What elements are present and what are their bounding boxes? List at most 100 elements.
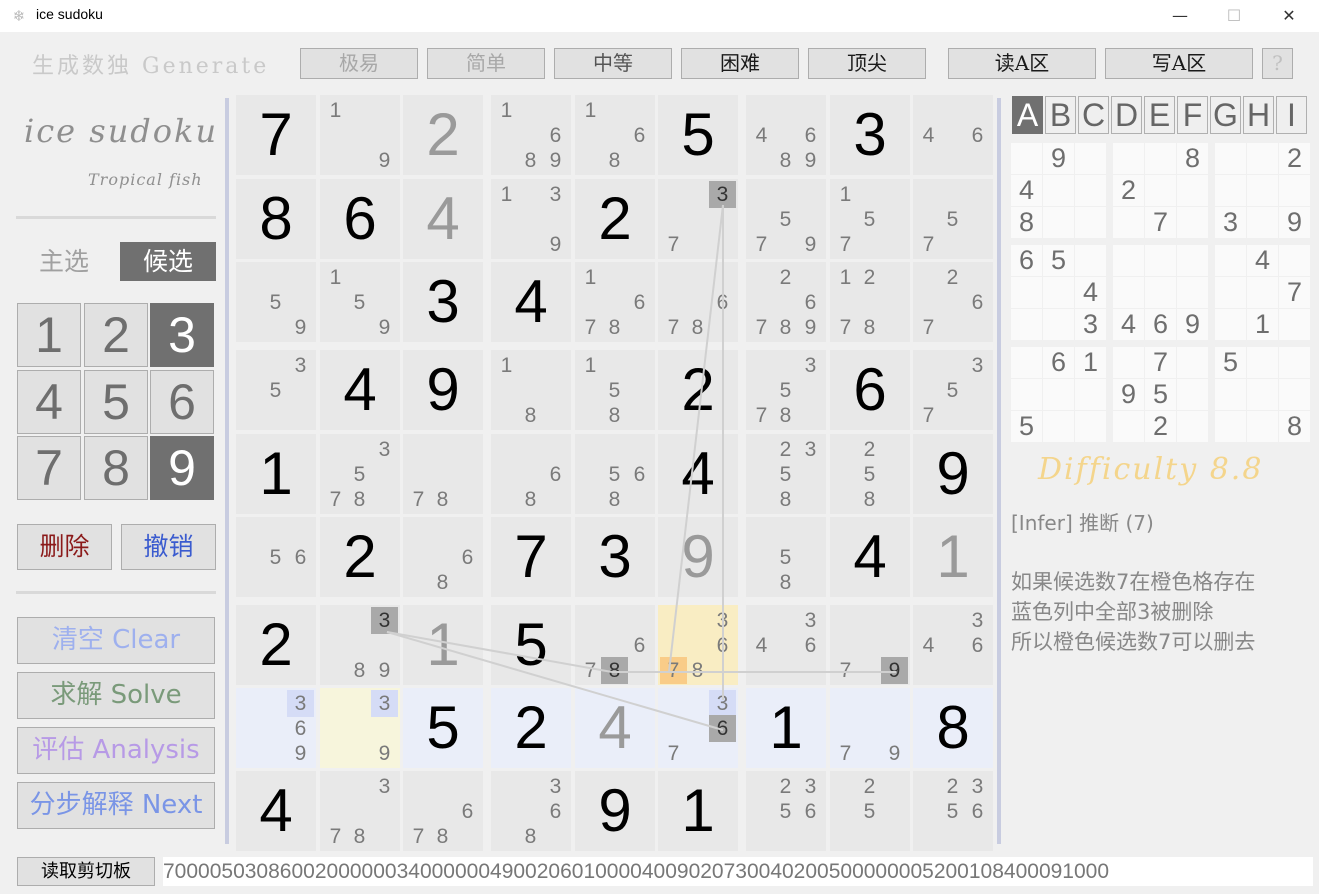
mini-grid-cell[interactable]	[1011, 143, 1042, 174]
mini-grid-cell[interactable]	[1177, 175, 1208, 206]
sudoku-cell[interactable]: 56	[236, 517, 316, 597]
sudoku-cell[interactable]: 58	[746, 517, 826, 597]
mini-grid-cell[interactable]	[1247, 175, 1278, 206]
mini-grid-cell[interactable]	[1011, 379, 1042, 410]
mini-grid-cell[interactable]: 3	[1075, 309, 1106, 340]
sudoku-cell[interactable]: 1689	[491, 95, 571, 175]
sudoku-cell[interactable]: 3 4 6	[746, 605, 826, 685]
mini-grid-cell[interactable]	[1113, 277, 1144, 308]
numpad-9-button[interactable]: 9	[150, 436, 214, 500]
sudoku-cell[interactable]: 258	[830, 434, 910, 514]
numpad-1-button[interactable]: 1	[17, 303, 81, 367]
mini-grid-cell[interactable]	[1215, 309, 1246, 340]
sudoku-cell[interactable]: 2	[658, 350, 738, 430]
analysis-button[interactable]: 评估 Analysis	[17, 727, 215, 774]
puzzle-string-field[interactable]: 7000050308600200000034000000490020601000…	[163, 857, 1313, 886]
sudoku-cell[interactable]: 4 689	[746, 95, 826, 175]
generate-hard-button[interactable]: 困难	[681, 48, 799, 79]
sudoku-cell[interactable]: 4	[320, 350, 400, 430]
mini-grid-cell[interactable]	[1113, 245, 1144, 276]
sudoku-cell[interactable]: 9	[913, 434, 993, 514]
tab-a[interactable]: A	[1012, 96, 1043, 134]
sudoku-cell[interactable]: 1678	[575, 262, 655, 342]
solve-button[interactable]: 求解 Solve	[17, 672, 215, 719]
sudoku-cell[interactable]: 369	[236, 688, 316, 768]
sudoku-cell[interactable]: 1	[658, 771, 738, 851]
sudoku-cell[interactable]: 2	[236, 605, 316, 685]
mini-grid-cell[interactable]	[1145, 143, 1176, 174]
mini-grid-cell[interactable]	[1279, 309, 1310, 340]
sudoku-cell[interactable]: 7	[491, 517, 571, 597]
sudoku-cell[interactable]: 36 7	[658, 688, 738, 768]
sudoku-cell[interactable]: 158	[575, 350, 655, 430]
next-step-button[interactable]: 分步解释 Next	[17, 782, 215, 829]
sudoku-cell[interactable]: 18	[491, 350, 571, 430]
mini-grid-cell[interactable]: 5	[1215, 347, 1246, 378]
sudoku-cell[interactable]: 1	[403, 605, 483, 685]
mini-grid-cell[interactable]	[1075, 207, 1106, 238]
sudoku-cell[interactable]: 2	[320, 517, 400, 597]
mini-grid-cell[interactable]	[1247, 277, 1278, 308]
tab-i[interactable]: I	[1276, 96, 1307, 134]
mini-grid-cell[interactable]: 9	[1043, 143, 1074, 174]
sudoku-cell[interactable]: 59	[236, 262, 316, 342]
tab-e[interactable]: E	[1144, 96, 1175, 134]
numpad-3-button[interactable]: 3	[150, 303, 214, 367]
numpad-8-button[interactable]: 8	[84, 436, 148, 500]
sudoku-cell[interactable]: 3 4 6	[913, 605, 993, 685]
sudoku-cell[interactable]: 2	[491, 688, 571, 768]
mini-grid-cell[interactable]	[1177, 245, 1208, 276]
sudoku-cell[interactable]: 3578	[746, 350, 826, 430]
sudoku-cell[interactable]: 7	[236, 95, 316, 175]
mini-grid-cell[interactable]: 4	[1247, 245, 1278, 276]
sudoku-cell[interactable]: 2	[575, 179, 655, 259]
sudoku-cell[interactable]: 8	[236, 179, 316, 259]
mini-grid-cell[interactable]: 7	[1145, 207, 1176, 238]
mini-grid-cell[interactable]: 9	[1177, 309, 1208, 340]
sudoku-cell[interactable]: 8	[913, 688, 993, 768]
mini-grid-cell[interactable]	[1145, 277, 1176, 308]
mini-grid-cell[interactable]	[1113, 411, 1144, 442]
sudoku-cell[interactable]: 1	[746, 688, 826, 768]
mini-grid-cell[interactable]: 6	[1011, 245, 1042, 276]
mini-grid-cell[interactable]	[1247, 379, 1278, 410]
mini-grid-cell[interactable]	[1011, 277, 1042, 308]
mini-grid-cell[interactable]: 9	[1279, 207, 1310, 238]
mini-grid-cell[interactable]: 2	[1113, 175, 1144, 206]
mini-grid-cell[interactable]	[1279, 245, 1310, 276]
mini-grid-cell[interactable]	[1075, 245, 1106, 276]
minimize-button[interactable]: —	[1157, 0, 1203, 32]
mini-grid-cell[interactable]	[1279, 379, 1310, 410]
sudoku-cell[interactable]: 25	[830, 771, 910, 851]
mini-grid-cell[interactable]	[1215, 175, 1246, 206]
sudoku-cell[interactable]: 78	[403, 434, 483, 514]
tab-f[interactable]: F	[1177, 96, 1208, 134]
sudoku-cell[interactable]: 5	[403, 688, 483, 768]
sudoku-cell[interactable]: 57 9	[746, 179, 826, 259]
sudoku-cell[interactable]: 6	[830, 350, 910, 430]
sudoku-cell[interactable]: 39	[320, 688, 400, 768]
sudoku-cell[interactable]: 357	[913, 350, 993, 430]
sudoku-cell[interactable]: 157	[830, 179, 910, 259]
mini-grid-cell[interactable]: 2	[1145, 411, 1176, 442]
sudoku-cell[interactable]: 4	[658, 434, 738, 514]
mini-grid-cell[interactable]: 9	[1113, 379, 1144, 410]
read-area-a-button[interactable]: 读A区	[948, 48, 1096, 79]
sudoku-cell[interactable]: 2356	[746, 771, 826, 851]
mini-grid-cell[interactable]	[1177, 379, 1208, 410]
mini-grid-cell[interactable]: 6	[1043, 347, 1074, 378]
mini-grid-cell[interactable]	[1011, 309, 1042, 340]
sudoku-cell[interactable]: 6	[320, 179, 400, 259]
mini-grid-cell[interactable]: 1	[1075, 347, 1106, 378]
candidate-mode[interactable]: 候选	[120, 242, 216, 281]
mini-grid-cell[interactable]: 5	[1011, 411, 1042, 442]
mini-grid-cell[interactable]: 1	[1247, 309, 1278, 340]
mini-grid-cell[interactable]: 5	[1043, 245, 1074, 276]
mini-grid-cell[interactable]	[1177, 277, 1208, 308]
generate-easy-button[interactable]: 简单	[427, 48, 545, 79]
generate-very-easy-button[interactable]: 极易	[300, 48, 418, 79]
numpad-7-button[interactable]: 7	[17, 436, 81, 500]
tab-c[interactable]: C	[1078, 96, 1109, 134]
mini-grid-cell[interactable]	[1043, 175, 1074, 206]
mini-grid-cell[interactable]	[1215, 143, 1246, 174]
